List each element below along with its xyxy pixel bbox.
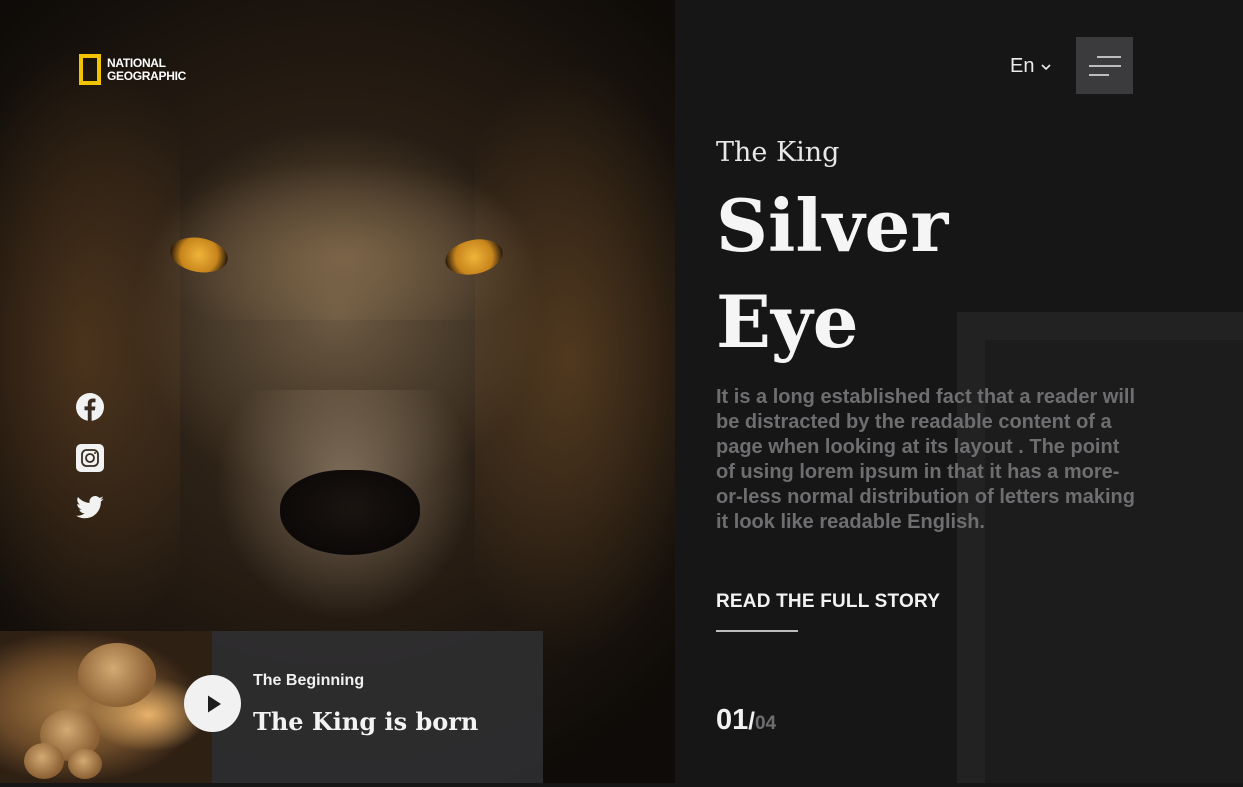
cub-head <box>68 749 102 779</box>
link-underline <box>716 630 798 632</box>
story-kicker: The King <box>716 137 840 168</box>
story-body: It is a long established fact that a rea… <box>716 386 1136 533</box>
video-card[interactable]: The Beginning The King is born <box>0 631 543 783</box>
lion-mane-left <box>0 40 180 660</box>
instagram-icon[interactable] <box>75 443 105 473</box>
facebook-icon[interactable] <box>75 392 105 422</box>
video-thumbnail <box>0 631 212 783</box>
national-geographic-logo[interactable]: NATIONAL GEOGRAPHIC <box>79 54 186 85</box>
story-title: Silver Eye <box>716 183 949 364</box>
play-icon <box>207 695 221 712</box>
video-title[interactable]: The King is born <box>253 707 478 736</box>
video-subtitle: The Beginning <box>253 672 365 689</box>
play-button[interactable] <box>184 675 241 732</box>
pager-separator: / <box>748 708 755 735</box>
slide-pager: 01/04 <box>716 704 776 737</box>
chevron-down-icon <box>1041 63 1052 70</box>
hamburger-icon-line <box>1089 64 1121 67</box>
twitter-icon[interactable] <box>75 493 105 523</box>
decorative-strip <box>957 312 985 783</box>
pager-current: 01 <box>716 704 749 736</box>
lion-mane-right <box>475 60 675 660</box>
language-label: En <box>1010 55 1035 77</box>
hamburger-icon-line <box>1097 55 1121 58</box>
read-full-story-link[interactable]: READ THE FULL STORY <box>716 591 940 613</box>
hamburger-icon-line <box>1089 73 1109 76</box>
language-selector[interactable]: En <box>1010 55 1052 78</box>
logo-yellow-frame-icon <box>79 54 101 85</box>
lion-nose <box>280 470 420 555</box>
menu-button[interactable] <box>1076 37 1133 94</box>
cub-head <box>24 743 64 779</box>
lion-head <box>78 643 156 707</box>
logo-text: NATIONAL GEOGRAPHIC <box>107 55 187 83</box>
pager-total: 04 <box>754 713 777 734</box>
decorative-panel <box>957 312 1243 783</box>
